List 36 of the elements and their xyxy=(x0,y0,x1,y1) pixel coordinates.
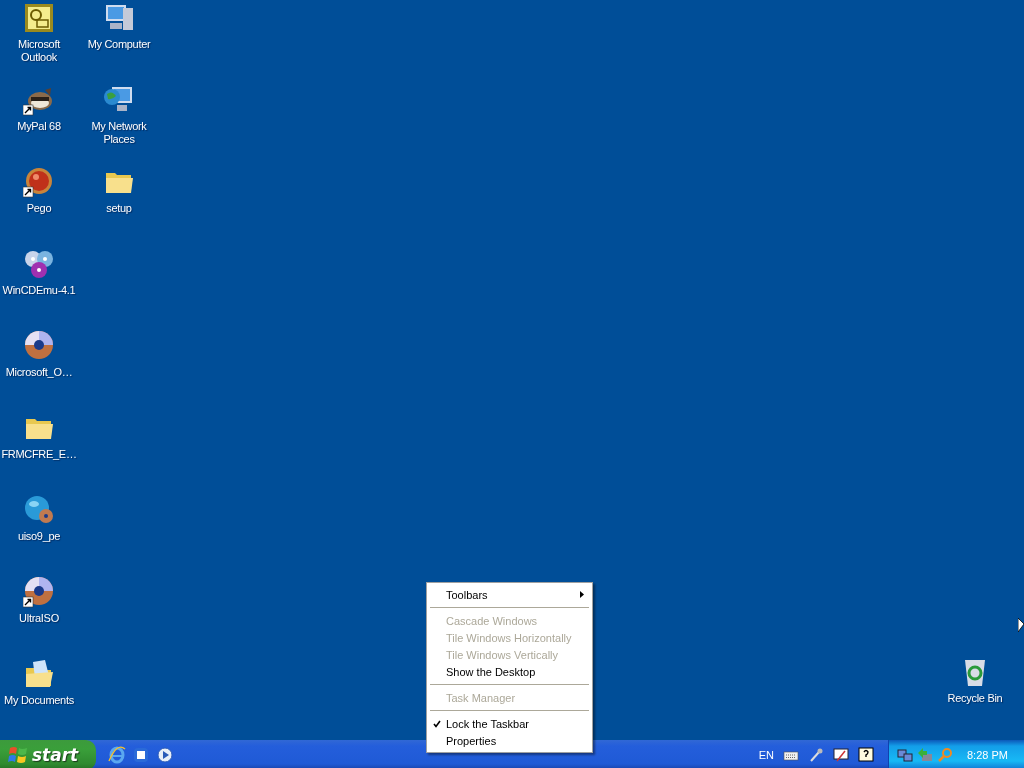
menu-item[interactable]: Toolbars xyxy=(429,586,590,603)
windows-flag-icon xyxy=(8,745,28,765)
globe-icon[interactable] xyxy=(23,494,55,526)
language-indicator[interactable]: EN xyxy=(758,749,774,761)
microphone-icon[interactable] xyxy=(808,747,824,763)
icon-label: uiso9_pe xyxy=(17,530,61,543)
icon-label: Microsoft Outlook xyxy=(17,38,62,64)
disc-icon[interactable] xyxy=(23,330,55,362)
icon-label: setup xyxy=(106,202,132,215)
network-connection-icon[interactable] xyxy=(897,747,913,763)
icon-label: Recycle Bin xyxy=(947,692,1003,705)
help-icon[interactable] xyxy=(858,747,874,763)
icon-label: FRMCFRE_E… xyxy=(1,448,77,461)
media-player-icon[interactable] xyxy=(156,746,174,764)
menu-item[interactable]: Show the Desktop xyxy=(429,663,590,680)
icon-label: Microsoft_O… xyxy=(5,366,73,379)
disc-icon[interactable] xyxy=(23,576,55,608)
clock[interactable]: 8:28 PM xyxy=(967,749,1008,761)
submenu-arrow-icon xyxy=(580,591,584,598)
outlook-icon[interactable] xyxy=(23,2,55,34)
menu-item[interactable]: Properties xyxy=(429,732,590,749)
mouse-pointer-icon xyxy=(1018,618,1024,634)
icon-label: My Computer xyxy=(87,38,151,51)
icon-label: My Documents xyxy=(4,694,74,707)
documents-icon[interactable] xyxy=(23,658,55,690)
start-button[interactable]: start xyxy=(0,740,96,768)
icon-label: MyPal 68 xyxy=(17,120,61,133)
icon-label: WinCDEmu-4.1 xyxy=(2,284,76,297)
ball-icon[interactable] xyxy=(23,166,55,198)
discs-icon[interactable] xyxy=(23,248,55,280)
browser-icon[interactable] xyxy=(108,746,126,764)
menu-item[interactable]: Lock the Taskbar xyxy=(429,715,590,732)
handwriting-icon[interactable] xyxy=(833,747,849,763)
icon-label: My Network Places xyxy=(90,120,148,146)
icon-label: UltraISO xyxy=(19,612,59,625)
icon-label: Pego xyxy=(26,202,52,215)
